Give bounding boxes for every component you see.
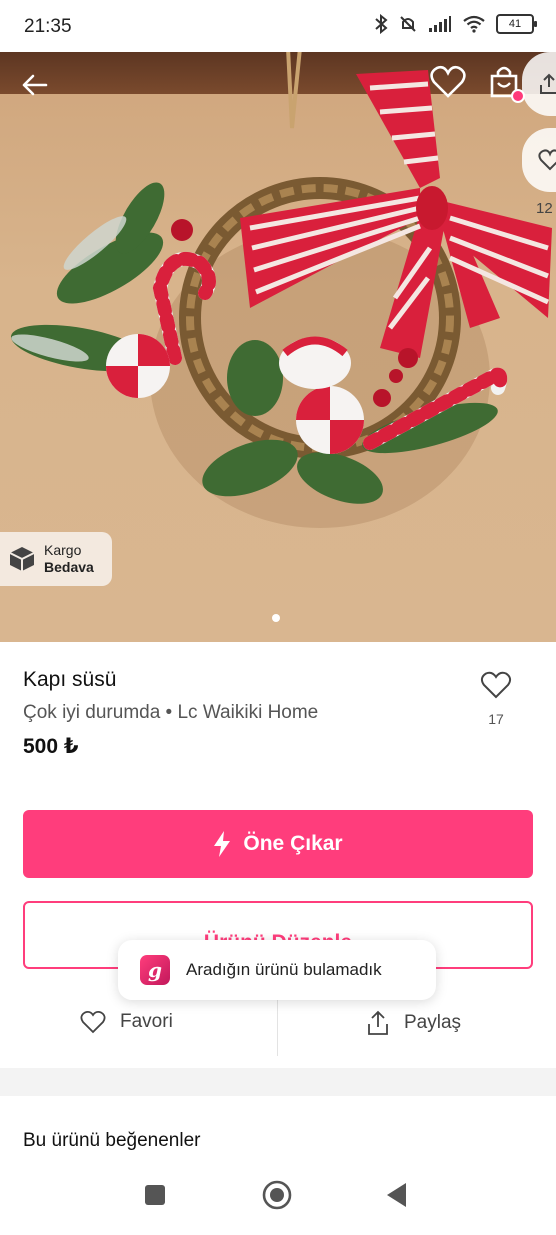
favorite-action[interactable]: Favori bbox=[80, 1010, 173, 1034]
triangle-back-icon bbox=[387, 1183, 406, 1207]
free-shipping-badge: Kargo Bedava bbox=[0, 532, 112, 586]
heart-icon bbox=[80, 1011, 106, 1034]
circle-home-icon bbox=[262, 1180, 292, 1210]
toast-message: g Aradığın ürünü bulamadık bbox=[118, 940, 436, 1000]
heart-icon bbox=[480, 671, 512, 699]
action-row: Favori Paylaş bbox=[0, 990, 556, 1060]
share-label: Paylaş bbox=[404, 1012, 462, 1033]
like-count: 17 bbox=[488, 711, 504, 727]
square-icon bbox=[145, 1185, 165, 1205]
boost-button-label: Öne Çıkar bbox=[243, 832, 343, 855]
status-icons: 41 bbox=[374, 14, 537, 34]
wifi-icon bbox=[463, 15, 485, 33]
action-divider bbox=[277, 1000, 278, 1056]
product-image[interactable]: 12 Kargo Bedava bbox=[0, 48, 556, 642]
battery-icon: 41 bbox=[496, 14, 537, 34]
toast-text: Aradığın ürünü bulamadık bbox=[186, 960, 382, 979]
product-price: 500 ₺ bbox=[23, 735, 79, 758]
system-back-button[interactable] bbox=[386, 1182, 408, 1213]
home-button[interactable] bbox=[262, 1180, 292, 1215]
boost-button[interactable]: Öne Çıkar bbox=[23, 810, 533, 878]
section-divider bbox=[0, 1068, 556, 1096]
product-subtitle: Çok iyi durumda • Lc Waikiki Home bbox=[23, 702, 319, 723]
likers-section-title: Bu ürünü beğenenler bbox=[23, 1130, 201, 1151]
like-button[interactable]: 17 bbox=[476, 670, 516, 727]
cart-notification-dot bbox=[511, 89, 525, 103]
back-arrow-icon bbox=[22, 74, 48, 96]
recents-button[interactable] bbox=[144, 1184, 166, 1211]
favorite-top-button[interactable] bbox=[428, 64, 468, 104]
status-bar: 21:35 41 bbox=[0, 0, 556, 52]
share-action[interactable]: Paylaş bbox=[366, 1010, 461, 1036]
status-time: 21:35 bbox=[24, 16, 72, 37]
product-title: Kapı süsü bbox=[23, 668, 117, 691]
share-icon bbox=[368, 1010, 388, 1035]
favorite-label: Favori bbox=[120, 1011, 173, 1032]
back-button[interactable] bbox=[18, 68, 52, 102]
bluetooth-icon bbox=[375, 14, 388, 34]
app-logo-icon: g bbox=[140, 955, 170, 985]
lightning-icon bbox=[214, 831, 231, 857]
image-top-nav bbox=[0, 48, 556, 118]
badge-line1: Kargo bbox=[44, 542, 82, 558]
side-like-count: 12 bbox=[536, 200, 553, 217]
box-icon bbox=[9, 547, 35, 571]
image-pager-dot[interactable] bbox=[272, 614, 280, 622]
badge-line2: Bedava bbox=[44, 559, 94, 575]
heart-icon bbox=[430, 65, 466, 98]
cart-button[interactable] bbox=[486, 64, 526, 104]
mute-bell-icon bbox=[400, 16, 416, 32]
signal-icon bbox=[429, 16, 451, 32]
system-nav-bar bbox=[0, 1160, 556, 1235]
heart-icon bbox=[538, 149, 556, 171]
